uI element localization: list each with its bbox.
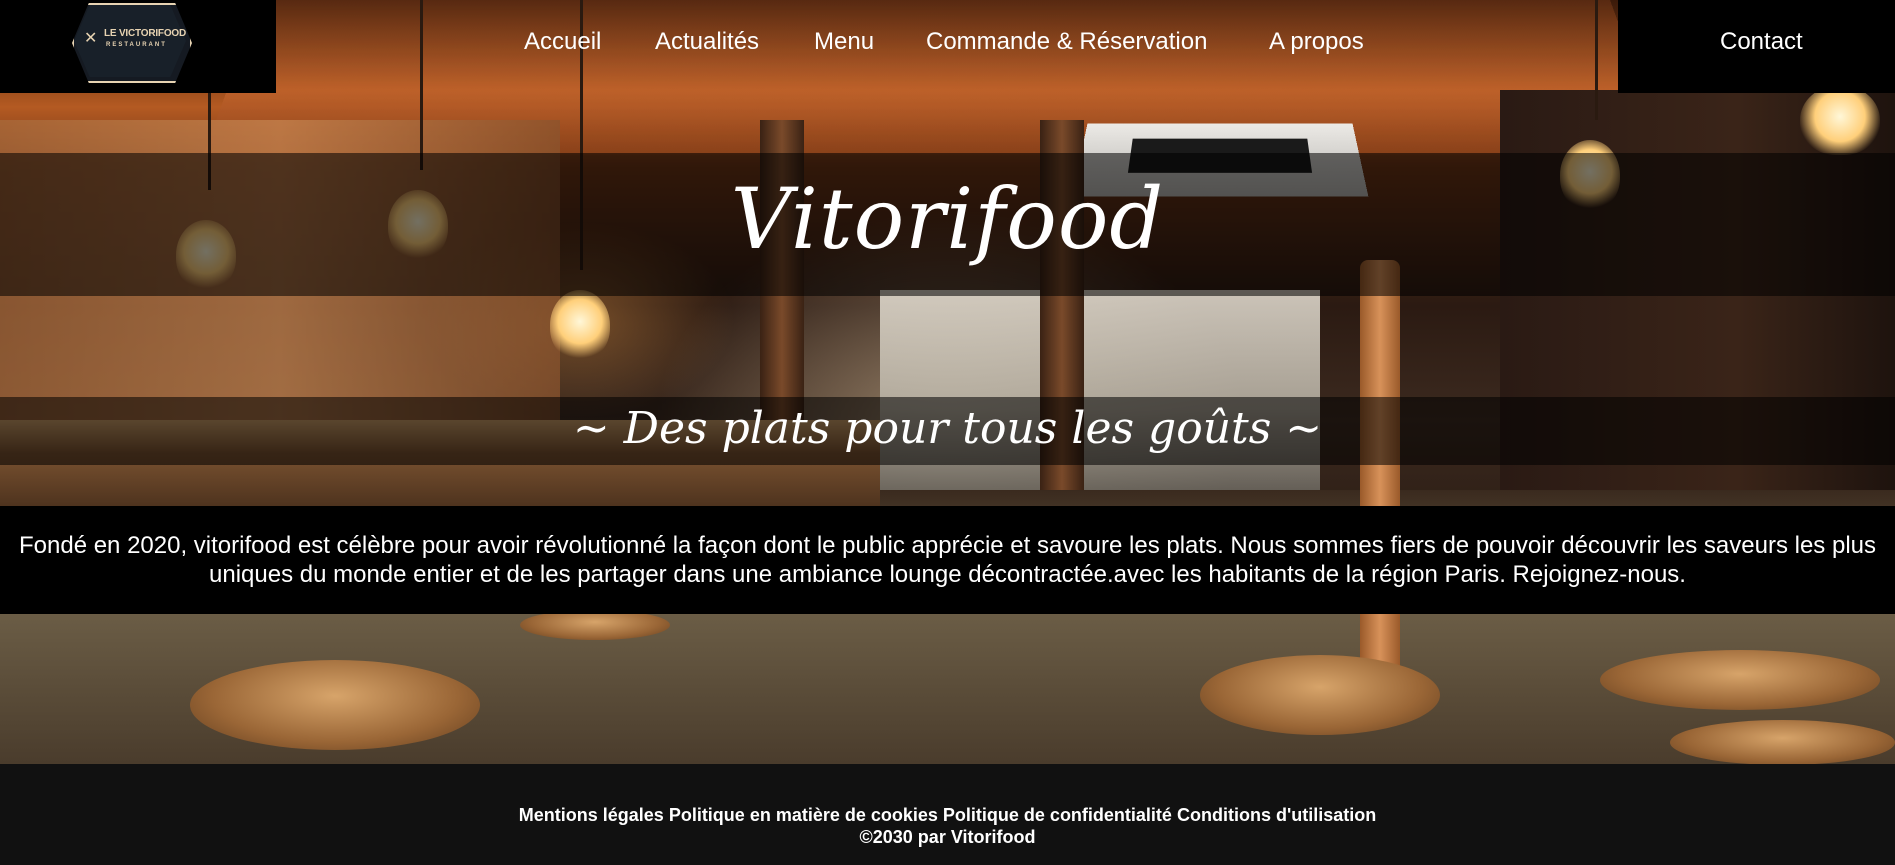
- nav-item-contact[interactable]: Contact: [1720, 28, 1803, 56]
- logo-subtitle: RESTAURANT: [106, 42, 167, 48]
- footer-link-mentions-legales[interactable]: Mentions légales: [519, 805, 664, 825]
- stool: [1670, 720, 1895, 764]
- logo-container[interactable]: ✕ LE VICTORIFOOD RESTAURANT: [0, 0, 276, 93]
- main-nav: Accueil Actualités Menu Commande & Réser…: [276, 0, 1618, 93]
- stool: [1200, 655, 1440, 735]
- coat-tree: [1360, 260, 1400, 680]
- nav-item-commande-reservation[interactable]: Commande & Réservation: [926, 28, 1207, 56]
- page-subtitle: ~ Des plats pour tous les goûts ~: [572, 403, 1323, 454]
- stool: [190, 660, 480, 750]
- nav-item-accueil[interactable]: Accueil: [524, 28, 601, 56]
- hero-background-image: [0, 0, 1895, 764]
- stool: [520, 610, 670, 640]
- nav-item-menu[interactable]: Menu: [814, 28, 874, 56]
- footer-link-conditions[interactable]: Conditions d'utilisation: [1177, 805, 1376, 825]
- logo-title: LE VICTORIFOOD: [104, 28, 187, 39]
- stool: [1600, 650, 1880, 710]
- nav-item-actualites[interactable]: Actualités: [655, 28, 759, 56]
- bulb-icon: [550, 290, 610, 360]
- footer-link-confidentialite[interactable]: Politique de confidentialité: [943, 805, 1172, 825]
- about-text: Fondé en 2020, vitorifood est célèbre po…: [18, 532, 1876, 588]
- copyright: ©2030 par Vitorifood: [859, 827, 1036, 847]
- page-title: Vitorifood: [730, 170, 1165, 268]
- bulb-icon: [1800, 85, 1880, 155]
- footer-links: Mentions légales Politique en matière de…: [0, 805, 1895, 826]
- fork-knife-icon: ✕: [84, 30, 98, 47]
- nav-item-a-propos[interactable]: A propos: [1269, 28, 1364, 56]
- footer-link-cookies[interactable]: Politique en matière de cookies: [669, 805, 938, 825]
